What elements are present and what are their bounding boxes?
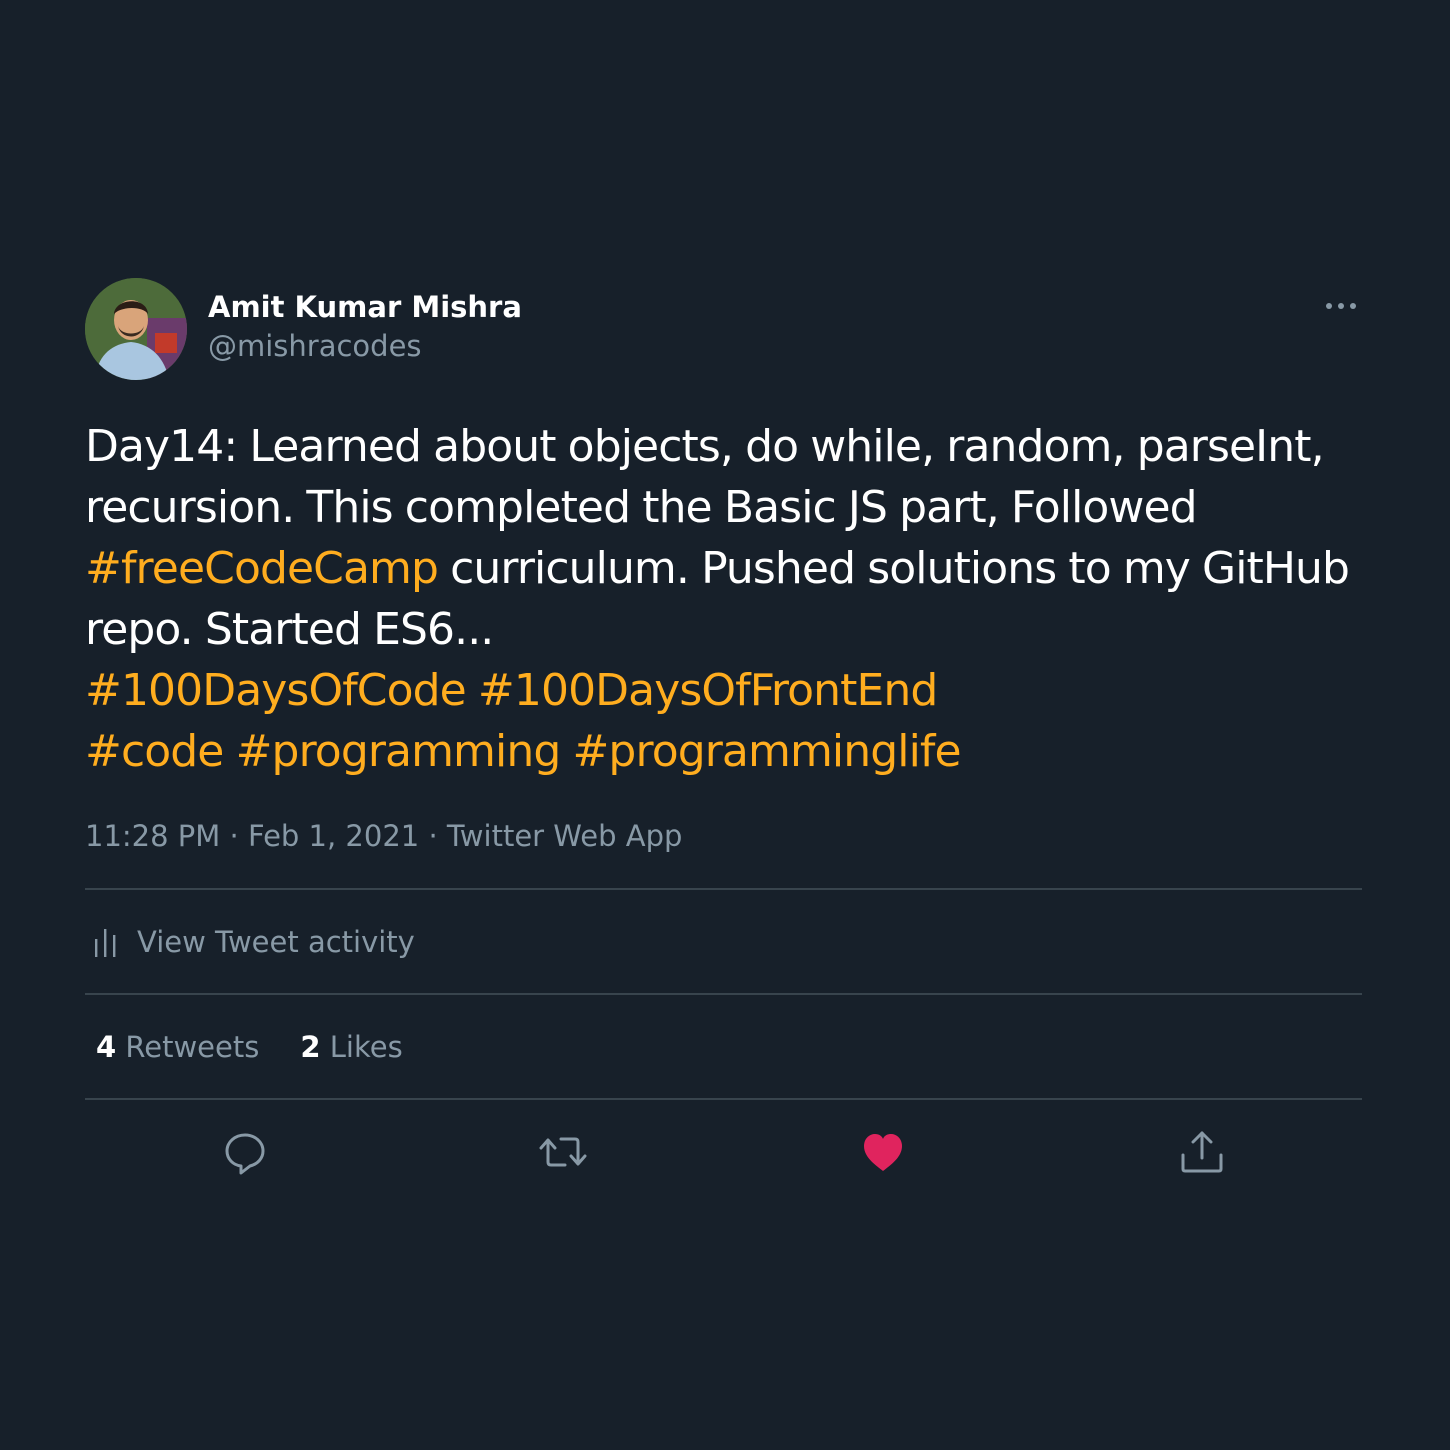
retweets-count: 4 <box>96 1029 117 1064</box>
tweet-text-line: repo. Started ES6... <box>85 604 494 655</box>
tweet-actions <box>85 1100 1362 1204</box>
hashtag-line: #code #programming #programminglife <box>85 721 1362 782</box>
retweet-icon[interactable] <box>535 1124 591 1180</box>
meta-separator: · <box>428 819 438 853</box>
avatar[interactable] <box>85 278 187 380</box>
view-activity-button[interactable]: View Tweet activity <box>85 890 1362 993</box>
tweet-text-fragment: curriculum. Pushed solutions to my GitHu… <box>438 543 1350 594</box>
share-icon[interactable] <box>1174 1124 1230 1180</box>
reply-icon[interactable] <box>217 1124 273 1180</box>
more-options-icon[interactable] <box>1324 296 1358 316</box>
retweets-stat[interactable]: 4 Retweets <box>96 1030 259 1064</box>
retweets-label: Retweets <box>125 1029 260 1064</box>
user-handle[interactable]: @mishracodes <box>208 326 522 366</box>
meta-separator: · <box>229 819 239 853</box>
hashtag-link[interactable]: #code <box>85 726 224 777</box>
tweet-card: Amit Kumar Mishra @mishracodes Day14: Le… <box>85 278 1362 1204</box>
tweet-date[interactable]: Feb 1, 2021 <box>248 819 419 853</box>
tweet-text-line: recursion. This completed the Basic JS p… <box>85 482 1198 533</box>
user-names: Amit Kumar Mishra @mishracodes <box>208 288 522 366</box>
display-name[interactable]: Amit Kumar Mishra <box>208 288 522 326</box>
hashtag-line: #100DaysOfCode #100DaysOfFrontEnd <box>85 660 1362 721</box>
view-activity-label: View Tweet activity <box>137 924 415 959</box>
tweet-header: Amit Kumar Mishra @mishracodes <box>85 278 1362 380</box>
hashtag-link[interactable]: #programminglife <box>572 726 961 777</box>
hashtag-link[interactable]: #100DaysOfFrontEnd <box>478 665 938 716</box>
bar-chart-icon <box>95 928 116 957</box>
tweet-text-line: #freeCodeCamp curriculum. Pushed solutio… <box>85 538 1362 599</box>
like-icon[interactable] <box>855 1124 911 1180</box>
tweet-text: Day14: Learned about objects, do while, … <box>85 416 1362 782</box>
likes-label: Likes <box>329 1029 403 1064</box>
tweet-text-line: Day14: Learned about objects, do while, … <box>85 421 1325 472</box>
hashtag-link[interactable]: #programming <box>236 726 562 777</box>
likes-count: 2 <box>300 1029 321 1064</box>
tweet-meta: 11:28 PM · Feb 1, 2021 · Twitter Web App <box>85 816 1362 856</box>
tweet-time[interactable]: 11:28 PM <box>85 819 220 853</box>
tweet-stats: 4 Retweets 2 Likes <box>85 995 1362 1098</box>
tweet-source[interactable]: Twitter Web App <box>447 819 683 853</box>
hashtag-link[interactable]: #freeCodeCamp <box>85 543 439 594</box>
hashtag-link[interactable]: #100DaysOfCode <box>85 665 467 716</box>
likes-stat[interactable]: 2 Likes <box>300 1030 402 1064</box>
